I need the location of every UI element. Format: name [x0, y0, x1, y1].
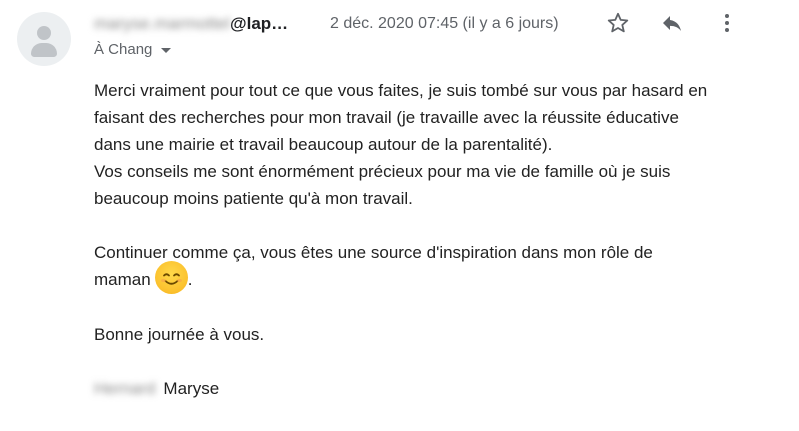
sender-name-redacted: maryse.marmottel: [94, 14, 231, 33]
signature-surname-redacted: Hernard: [94, 379, 156, 399]
body-text: .: [187, 270, 193, 289]
body-line: Vos conseils me sont énormément précieux…: [94, 162, 671, 181]
sender-avatar[interactable]: [17, 12, 71, 66]
avatar-head: [37, 26, 51, 40]
body-line: Continuer comme ça, vous êtes une source…: [94, 243, 653, 262]
smiling-face-icon: [154, 261, 188, 295]
signature-name: Maryse: [163, 379, 220, 399]
sender-address[interactable]: maryse.marmottel @lap…: [94, 14, 288, 34]
body-line: beaucoup moins patiente qu'à mon travail…: [94, 189, 413, 208]
more-options-button[interactable]: [713, 9, 741, 37]
reply-button[interactable]: [658, 9, 686, 37]
star-outline-icon: [607, 12, 629, 33]
avatar-shoulders: [31, 43, 57, 57]
sender-domain: @lap…: [230, 14, 289, 33]
body-line: Merci vraiment pour tout ce que vous fai…: [94, 81, 708, 100]
body-line: faisant des recherches pour mon travail …: [94, 108, 679, 127]
body-line: Bonne journée à vous.: [94, 325, 265, 345]
chevron-down-icon: [161, 48, 172, 53]
message-body: Merci vraiment pour tout ce que vous fai…: [94, 77, 774, 402]
body-line: dans une mairie et travail beaucoup auto…: [94, 135, 553, 154]
star-button[interactable]: [604, 9, 632, 37]
recipient-label: À Chang: [94, 41, 153, 58]
recipient-details-toggle[interactable]: À Chang: [94, 41, 172, 58]
more-vert-icon: [725, 14, 729, 32]
signature: Hernard Maryse: [94, 375, 774, 402]
message-date: 2 déc. 2020 07:45 (il y a 6 jours): [330, 15, 559, 32]
body-line: maman .: [94, 261, 774, 295]
reply-arrow-icon: [663, 16, 681, 31]
body-text: maman: [94, 270, 151, 289]
